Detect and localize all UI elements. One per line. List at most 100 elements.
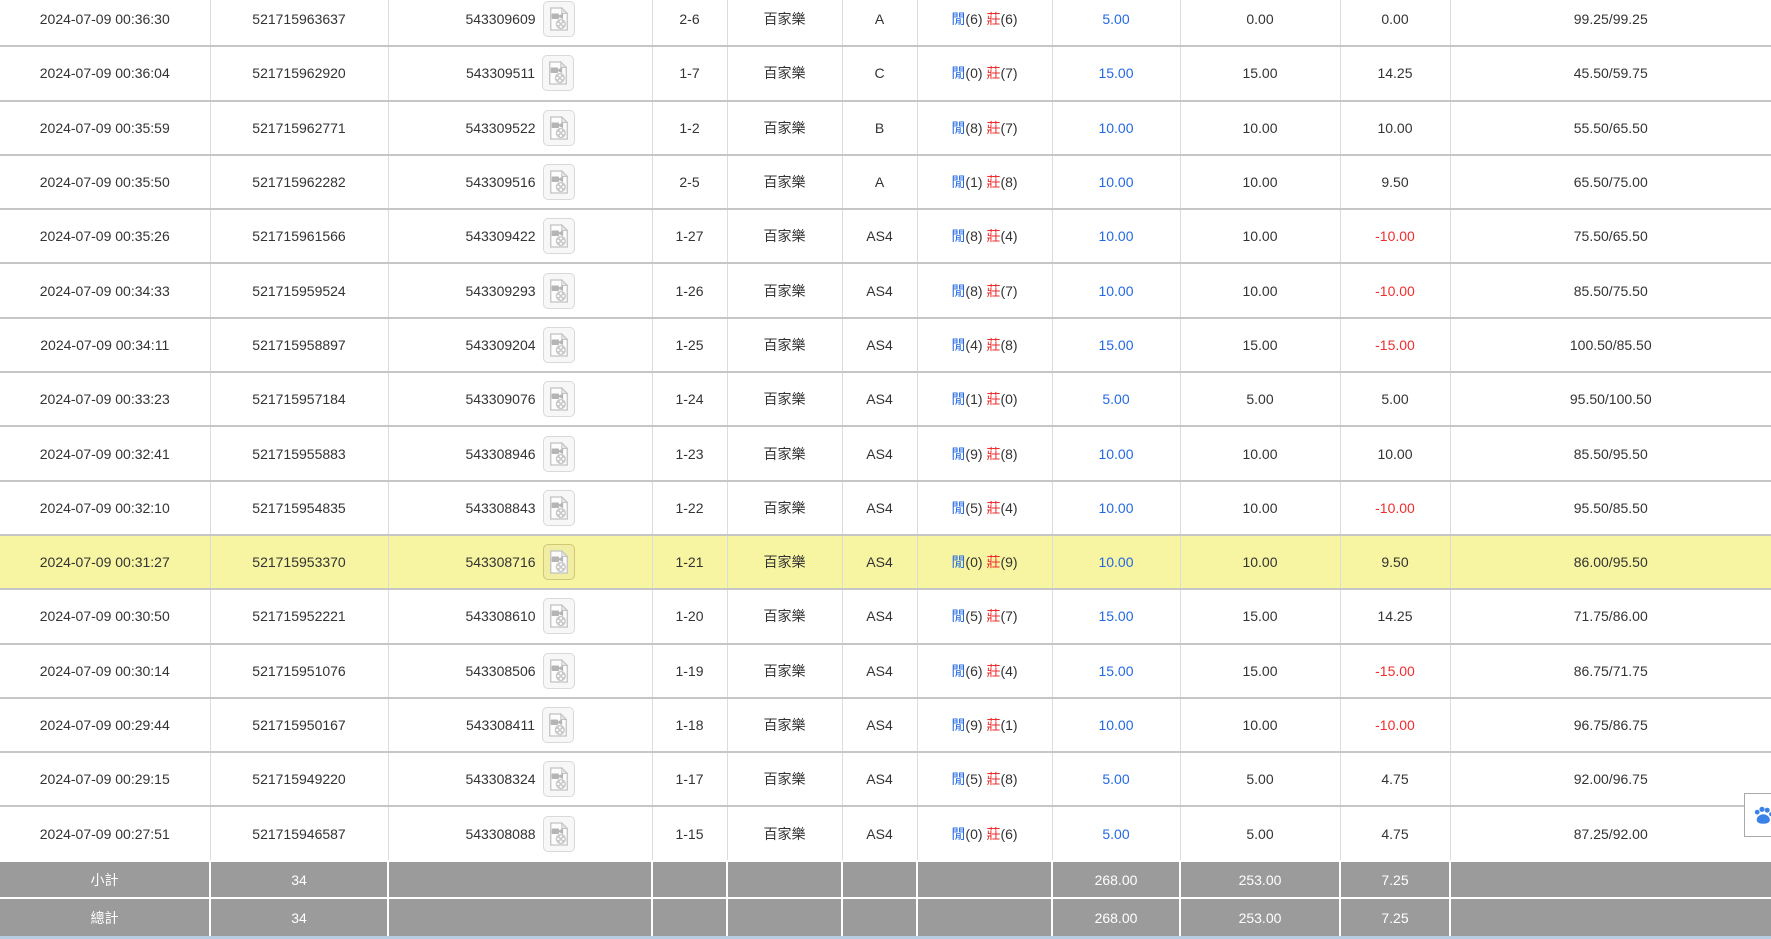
banker-result-label: 莊 — [986, 717, 1000, 733]
video-replay-button[interactable] — [543, 544, 575, 580]
round-id-text: 543309516 — [465, 174, 535, 190]
cell-bet-time: 2024-07-09 00:36:30 — [0, 0, 210, 46]
cell-round-number: 1-18 — [652, 698, 727, 752]
cell-table-code: AS4 — [842, 263, 917, 317]
banker-result-score: (8) — [1000, 337, 1017, 353]
cell-round-id: 543309076 — [388, 372, 652, 426]
cell-valid-amount: 5.00 — [1180, 806, 1340, 860]
table-bottom-edge — [0, 936, 1771, 939]
video-replay-button[interactable] — [543, 218, 575, 254]
cell-round-number: 1-26 — [652, 263, 727, 317]
video-replay-icon — [548, 822, 570, 846]
cell-bet-id: 521715950167 — [210, 698, 388, 752]
cell-bet-id: 521715962771 — [210, 101, 388, 155]
cell-empty — [388, 898, 652, 936]
cell-win-loss: 4.75 — [1340, 806, 1450, 860]
video-replay-button[interactable] — [543, 761, 575, 797]
table-row: 2024-07-09 00:32:10 521715954835 5433088… — [0, 481, 1771, 535]
cell-valid-amount: 0.00 — [1180, 0, 1340, 46]
cell-bet-time: 2024-07-09 00:32:41 — [0, 426, 210, 480]
cell-totals-valid: 253.00 — [1180, 898, 1340, 936]
video-replay-button[interactable] — [543, 327, 575, 363]
video-replay-button[interactable] — [542, 55, 574, 91]
player-result-label: 閒 — [951, 120, 965, 136]
banker-result-score: (4) — [1000, 663, 1017, 679]
video-replay-icon — [548, 333, 570, 357]
cell-win-loss: 10.00 — [1340, 101, 1450, 155]
video-replay-button[interactable] — [543, 110, 575, 146]
cell-stake-amount: 10.00 — [1052, 698, 1180, 752]
table-row: 2024-07-09 00:30:14 521715951076 5433085… — [0, 644, 1771, 698]
cell-stake-amount: 10.00 — [1052, 209, 1180, 263]
cell-result: 閒(0) 莊(7) — [917, 46, 1052, 100]
video-replay-button[interactable] — [543, 1, 575, 37]
banker-result-score: (8) — [1000, 771, 1017, 787]
cell-game-name: 百家樂 — [727, 589, 842, 643]
cell-result: 閒(1) 莊(0) — [917, 372, 1052, 426]
cell-empty — [388, 861, 652, 899]
cell-round-number: 1-20 — [652, 589, 727, 643]
cell-win-loss: 14.25 — [1340, 589, 1450, 643]
video-replay-button[interactable] — [543, 653, 575, 689]
cell-bet-id: 521715962920 — [210, 46, 388, 100]
cell-game-name: 百家樂 — [727, 806, 842, 860]
cell-game-name: 百家樂 — [727, 644, 842, 698]
video-replay-icon — [548, 550, 570, 574]
video-replay-button[interactable] — [543, 598, 575, 634]
cell-win-loss: 0.00 — [1340, 0, 1450, 46]
video-replay-button[interactable] — [543, 381, 575, 417]
cell-valid-amount: 15.00 — [1180, 644, 1340, 698]
cell-game-name: 百家樂 — [727, 752, 842, 806]
video-replay-button[interactable] — [543, 436, 575, 472]
cell-totals-count: 34 — [210, 861, 388, 899]
cell-bet-id: 521715957184 — [210, 372, 388, 426]
paw-widget-button[interactable] — [1744, 793, 1771, 837]
cell-win-loss: 9.50 — [1340, 155, 1450, 209]
cell-empty — [842, 898, 917, 936]
cell-valid-amount: 10.00 — [1180, 209, 1340, 263]
cell-bet-id: 521715958897 — [210, 318, 388, 372]
player-result-score: (1) — [965, 174, 982, 190]
round-id-text: 543309422 — [465, 228, 535, 244]
cell-bet-id: 521715946587 — [210, 806, 388, 860]
round-id-text: 543308946 — [465, 446, 535, 462]
cell-game-name: 百家樂 — [727, 0, 842, 46]
cell-balance-before-after: 95.50/85.50 — [1450, 481, 1771, 535]
cell-stake-amount: 10.00 — [1052, 426, 1180, 480]
cell-empty — [917, 898, 1052, 936]
table-row: 2024-07-09 00:36:04 521715962920 5433095… — [0, 46, 1771, 100]
cell-game-name: 百家樂 — [727, 263, 842, 317]
cell-game-name: 百家樂 — [727, 209, 842, 263]
round-id-text: 543309522 — [465, 120, 535, 136]
cell-win-loss: 14.25 — [1340, 46, 1450, 100]
table-row: 2024-07-09 00:30:50 521715952221 5433086… — [0, 589, 1771, 643]
cell-round-id: 543309293 — [388, 263, 652, 317]
video-replay-button[interactable] — [543, 490, 575, 526]
cell-bet-time: 2024-07-09 00:31:27 — [0, 535, 210, 589]
cell-stake-amount: 15.00 — [1052, 589, 1180, 643]
cell-game-name: 百家樂 — [727, 535, 842, 589]
video-replay-button[interactable] — [543, 273, 575, 309]
player-result-label: 閒 — [951, 608, 965, 624]
cell-round-number: 1-23 — [652, 426, 727, 480]
cell-table-code: AS4 — [842, 589, 917, 643]
player-result-label: 閒 — [951, 337, 965, 353]
banker-result-score: (0) — [1000, 391, 1017, 407]
cell-bet-id: 521715959524 — [210, 263, 388, 317]
cell-round-number: 1-22 — [652, 481, 727, 535]
cell-table-code: B — [842, 101, 917, 155]
cell-bet-time: 2024-07-09 00:29:44 — [0, 698, 210, 752]
cell-valid-amount: 10.00 — [1180, 155, 1340, 209]
cell-empty — [652, 898, 727, 936]
video-replay-icon — [547, 713, 569, 737]
video-replay-icon — [548, 279, 570, 303]
banker-result-label: 莊 — [986, 228, 1000, 244]
cell-bet-time: 2024-07-09 00:32:10 — [0, 481, 210, 535]
player-result-score: (9) — [965, 717, 982, 733]
banker-result-label: 莊 — [986, 174, 1000, 190]
player-result-score: (5) — [965, 771, 982, 787]
video-replay-button[interactable] — [542, 707, 574, 743]
cell-table-code: AS4 — [842, 481, 917, 535]
video-replay-button[interactable] — [543, 816, 575, 852]
video-replay-button[interactable] — [543, 164, 575, 200]
